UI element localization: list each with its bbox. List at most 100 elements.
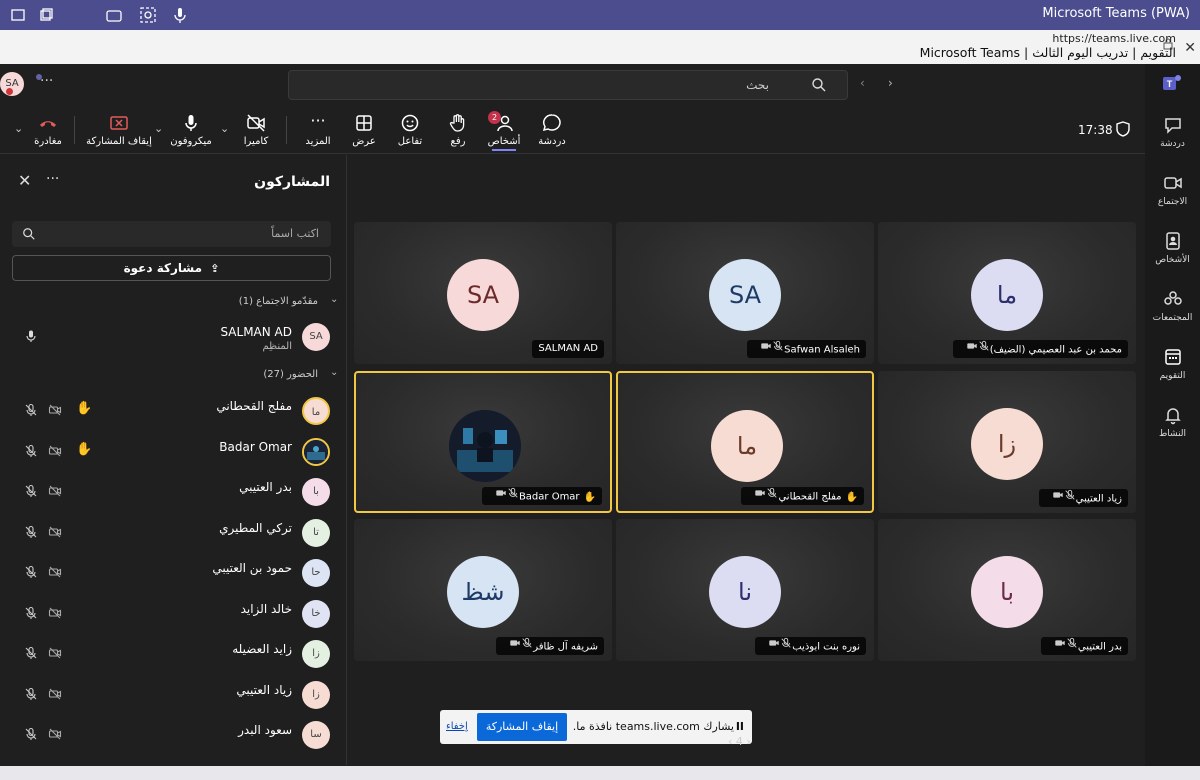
- tile-label: ✋مفلج القحطاني: [741, 487, 864, 505]
- participant-row[interactable]: SALMAN AD المنظِم SA: [0, 317, 346, 357]
- mic-status[interactable]: [24, 484, 38, 498]
- microphone-button[interactable]: ميكروفون: [168, 108, 214, 147]
- participant-row[interactable]: زايد العضيله زا: [0, 634, 346, 674]
- participant-search-input[interactable]: اكتب اسماً: [12, 221, 331, 247]
- pause-icon[interactable]: II: [736, 720, 744, 733]
- stop-share-button[interactable]: إيقاف المشاركة: [86, 108, 152, 147]
- mic-off-icon: [25, 727, 37, 740]
- screenshot-icon[interactable]: [138, 5, 158, 25]
- url-text[interactable]: https://teams.live.com: [1052, 32, 1176, 45]
- video-tile[interactable]: SA Safwan Alsaleh: [616, 222, 874, 364]
- chat-button[interactable]: دردشة: [534, 108, 570, 147]
- video-tile[interactable]: با بدر العتيبي: [878, 519, 1136, 661]
- chevron-down-icon[interactable]: ⌄: [330, 367, 338, 378]
- participant-role: المنظِم: [262, 341, 292, 352]
- rail-activity[interactable]: النشاط: [1145, 404, 1200, 439]
- video-tile[interactable]: زا زياد العتيبي: [878, 371, 1136, 513]
- tile-label: نوره بنت ابوذيب: [755, 637, 866, 655]
- avatar: SA: [709, 259, 781, 331]
- page-number: 4: [735, 735, 743, 748]
- presenters-header[interactable]: مقدّمو الاجتماع (1): [239, 296, 318, 307]
- video-tile[interactable]: شظ شريفه آل ظافر: [354, 519, 612, 661]
- page-indicator[interactable]: ‹ 4 ›: [728, 735, 751, 748]
- attendees-header[interactable]: الحضور (27): [263, 369, 318, 380]
- os-taskbar: [0, 766, 1200, 780]
- participant-row[interactable]: مفلج القحطاني ما ✋: [0, 391, 346, 431]
- camera-icon[interactable]: [104, 5, 124, 25]
- mic-status[interactable]: [24, 727, 38, 741]
- participant-row[interactable]: سعود البدر سا: [0, 715, 346, 755]
- more-icon: ···: [310, 111, 326, 130]
- mic-status[interactable]: [24, 403, 38, 417]
- avatar: زا: [302, 680, 330, 709]
- window-icon[interactable]: [36, 5, 56, 25]
- meeting-toolbar: ⌄ مغادرة إيقاف المشاركة ⌄ ميكروفون ⌄ كام…: [0, 106, 1145, 154]
- video-tile[interactable]: نا نوره بنت ابوذيب: [616, 519, 874, 661]
- mic-dropdown-chevron-icon[interactable]: ⌄: [154, 122, 163, 135]
- view-label: عرض: [352, 136, 376, 147]
- mic-off-icon: [25, 606, 37, 619]
- video-tile[interactable]: ما محمد بن عبد العصيمي (الضيف): [878, 222, 1136, 364]
- close-icon[interactable]: ✕: [1184, 40, 1196, 56]
- raise-hand-button[interactable]: رفع: [440, 108, 476, 147]
- microphone-icon[interactable]: [170, 5, 190, 25]
- tile-label: Safwan Alsaleh: [747, 340, 866, 358]
- shield-icon[interactable]: [1116, 121, 1130, 137]
- people-icon: [1165, 232, 1180, 250]
- more-options-icon[interactable]: ···: [40, 73, 53, 89]
- mic-status[interactable]: [24, 444, 38, 458]
- share-invite-button[interactable]: مشاركة دعوة ⇪: [12, 255, 331, 281]
- participant-row[interactable]: زياد العتيبي زا: [0, 675, 346, 715]
- rail-chat[interactable]: دردشة: [1145, 114, 1200, 149]
- camera-off-icon: [48, 526, 62, 537]
- rail-label: المجتمعات: [1152, 313, 1193, 323]
- participant-row[interactable]: بدر العتيبي با: [0, 472, 346, 512]
- view-button[interactable]: عرض: [346, 108, 382, 147]
- rail-calendar[interactable]: التقويم: [1145, 346, 1200, 381]
- search-box[interactable]: بحث: [288, 70, 848, 100]
- close-icon[interactable]: ✕: [18, 171, 31, 190]
- participant-row[interactable]: خالد الزايد خا: [0, 594, 346, 634]
- tab-icon[interactable]: [8, 5, 28, 25]
- mic-status[interactable]: [24, 329, 38, 343]
- mic-status[interactable]: [24, 565, 38, 579]
- participant-row[interactable]: تركي المطيري تا: [0, 513, 346, 553]
- back-icon[interactable]: ‹: [860, 76, 865, 90]
- teams-logo-icon: T: [1163, 75, 1181, 90]
- tile-label: شريفه آل ظافر: [496, 637, 604, 655]
- raised-hand-icon: ✋: [583, 491, 596, 503]
- more-options-icon[interactable]: ···: [46, 171, 59, 187]
- search-placeholder: اكتب اسماً: [271, 227, 319, 240]
- more-button[interactable]: ··· المزيد: [298, 108, 338, 148]
- previous-page-icon[interactable]: ‹: [728, 735, 732, 748]
- mic-status[interactable]: [24, 525, 38, 539]
- participant-name: حمود بن العتيبي: [212, 561, 292, 575]
- leave-dropdown-chevron-icon[interactable]: ⌄: [14, 122, 23, 135]
- camera-off-icon: [48, 485, 62, 497]
- video-tile[interactable]: ما ✋مفلج القحطاني: [616, 371, 874, 513]
- mic-status[interactable]: [24, 606, 38, 620]
- hide-link[interactable]: إخفاء: [446, 721, 468, 732]
- forward-icon[interactable]: ›: [888, 76, 893, 90]
- leave-button[interactable]: مغادرة: [30, 108, 66, 147]
- participant-name: بدر العتيبي: [239, 480, 292, 494]
- camera-button[interactable]: كاميرا: [236, 108, 276, 147]
- chevron-down-icon[interactable]: ⌄: [330, 294, 338, 305]
- mic-status[interactable]: [24, 646, 38, 660]
- search-icon: [23, 228, 35, 240]
- rail-people[interactable]: الأشخاص: [1145, 230, 1200, 265]
- rail-communities[interactable]: المجتمعات: [1145, 288, 1200, 323]
- stop-sharing-button[interactable]: إيقاف المشاركة: [477, 713, 567, 741]
- video-tile[interactable]: ✋Badar Omar: [354, 371, 612, 513]
- rail-meeting[interactable]: الاجتماع: [1145, 172, 1200, 207]
- participant-row[interactable]: Badar Omar ✋: [0, 432, 346, 472]
- camera-status: [48, 444, 62, 458]
- next-page-icon[interactable]: ›: [746, 735, 750, 748]
- mic-off-icon: [522, 637, 532, 648]
- camera-dropdown-chevron-icon[interactable]: ⌄: [220, 122, 229, 135]
- bell-icon: [1164, 408, 1181, 425]
- react-button[interactable]: تفاعل: [392, 108, 428, 147]
- mic-status[interactable]: [24, 687, 38, 701]
- participant-row[interactable]: حمود بن العتيبي حا: [0, 553, 346, 593]
- video-tile[interactable]: SA SALMAN AD: [354, 222, 612, 364]
